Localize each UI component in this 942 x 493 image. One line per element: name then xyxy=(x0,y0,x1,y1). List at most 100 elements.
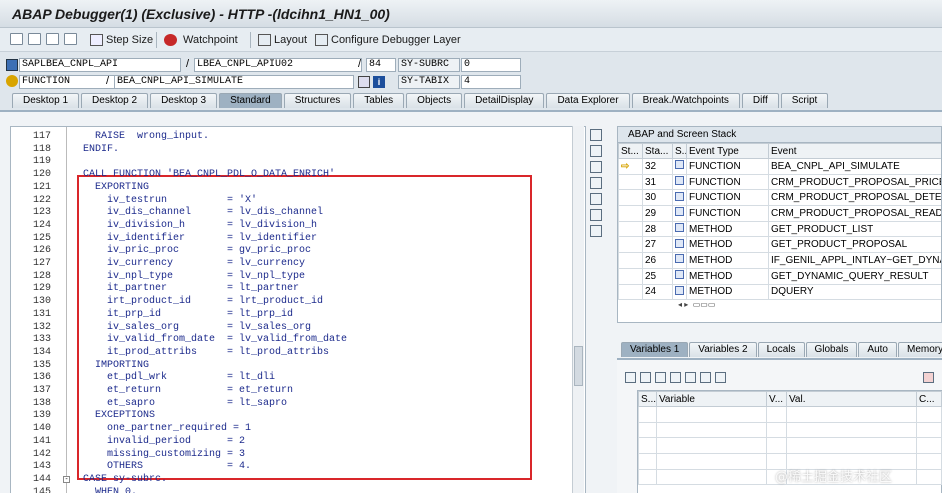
line-number[interactable]: 137 xyxy=(11,385,51,398)
stack-row[interactable]: 31 FUNCTIONCRM_PRODUCT_PROPOSAL_PRICEDET xyxy=(618,173,941,191)
line-number[interactable]: 125 xyxy=(11,233,51,246)
tab-memory[interactable]: Memory xyxy=(897,342,942,357)
tab-auto[interactable]: Auto xyxy=(858,342,897,357)
stack-row[interactable]: 25 METHOD GET_DYNAMIC_QUERY_RESULT xyxy=(618,267,941,285)
tab-desktop-1[interactable]: Desktop 1 xyxy=(12,93,80,108)
stack-row[interactable]: 24 METHOD DQUERY xyxy=(618,283,941,301)
line-number[interactable]: 139 xyxy=(11,410,51,423)
continue-icon[interactable] xyxy=(64,33,77,45)
step-size-button[interactable]: Step Size xyxy=(90,32,153,48)
line-number[interactable]: 143 xyxy=(11,461,51,474)
variable-header-cell[interactable]: S... xyxy=(638,391,657,407)
tab-data-explorer[interactable]: Data Explorer xyxy=(546,93,630,108)
stack-row[interactable]: 28 METHOD GET_PRODUCT_LIST xyxy=(618,220,941,238)
scrollbar-thumb[interactable] xyxy=(574,346,583,386)
line-number[interactable]: 138 xyxy=(11,398,51,411)
sy-tabix-value[interactable]: 4 xyxy=(461,75,521,89)
line-field[interactable]: 84 xyxy=(366,58,396,72)
watchpoint-button[interactable]: Watchpoint xyxy=(164,32,238,48)
line-number[interactable]: 141 xyxy=(11,436,51,449)
tab-structures[interactable]: Structures xyxy=(283,93,352,108)
swap-icon[interactable] xyxy=(590,193,602,205)
line-number[interactable]: 140 xyxy=(11,423,51,436)
tab-script[interactable]: Script xyxy=(780,93,829,108)
stack-header-cell[interactable]: St... xyxy=(618,143,643,159)
line-number[interactable]: 126 xyxy=(11,245,51,258)
line-number[interactable]: 123 xyxy=(11,207,51,220)
new-tool-icon[interactable] xyxy=(590,145,602,157)
program-field[interactable]: SAPLBEA_CNPL_API xyxy=(19,58,181,72)
tab-desktop-3[interactable]: Desktop 3 xyxy=(150,93,218,108)
variable-header-cell[interactable]: Variable xyxy=(656,391,767,407)
line-number[interactable]: 130 xyxy=(11,296,51,309)
stack-row[interactable]: ⇨ 32 FUNCTION BEA_CNPL_API_SIMULATE xyxy=(618,158,941,175)
export-icon[interactable] xyxy=(655,372,666,383)
line-number[interactable]: 133 xyxy=(11,334,51,347)
line-number[interactable]: 124 xyxy=(11,220,51,233)
variable-header-cell[interactable]: C... xyxy=(916,391,942,407)
settings-icon[interactable] xyxy=(590,225,602,237)
stack-header-cell[interactable]: Sta... xyxy=(642,143,673,159)
stack-hscroll[interactable]: ◂ ▸ ▭▭▭ xyxy=(618,300,941,310)
tab-break-watchpoints[interactable]: Break./Watchpoints xyxy=(631,93,740,108)
variable-header-cell[interactable]: Val. xyxy=(786,391,917,407)
tree-icon[interactable] xyxy=(700,372,711,383)
tab-variables-1[interactable]: Variables 1 xyxy=(621,342,689,357)
editor-scrollbar[interactable] xyxy=(572,126,584,493)
line-number[interactable]: 120 xyxy=(11,169,51,182)
info-icon[interactable]: i xyxy=(373,76,385,88)
source-code-editor[interactable]: 117 RAISE wrong_input. 118 ENDIF. 119 120 CAL… xyxy=(10,126,586,493)
stack-row[interactable]: 29 FUNCTION CRM_PRODUCT_PROPOSAL_READ xyxy=(618,205,941,222)
find-icon[interactable] xyxy=(715,372,726,383)
import-icon[interactable] xyxy=(670,372,681,383)
tab-variables-2[interactable]: Variables 2 xyxy=(689,342,757,357)
tab-standard[interactable]: Standard xyxy=(219,93,282,108)
event-field[interactable]: BEA_CNPL_API_SIMULATE xyxy=(114,75,354,89)
display-icon[interactable] xyxy=(358,76,370,88)
line-number[interactable]: 142 xyxy=(11,449,51,462)
line-number[interactable]: 134 xyxy=(11,347,51,360)
layout-button[interactable]: Layout xyxy=(258,32,307,48)
line-number[interactable]: 131 xyxy=(11,309,51,322)
stack-header-cell[interactable]: Event Type xyxy=(686,143,769,159)
variable-header-cell[interactable]: V... xyxy=(766,391,787,407)
include-field[interactable]: LBEA_CNPL_APIU02 xyxy=(194,58,362,72)
stack-header-cell[interactable]: Event xyxy=(768,143,941,159)
maximize-icon[interactable] xyxy=(590,177,602,189)
stack-row[interactable]: 30 FUNCTIONCRM_PRODUCT_PROPOSAL_DETERMINE xyxy=(618,189,941,207)
tab-tables[interactable]: Tables xyxy=(353,93,405,108)
save-icon[interactable] xyxy=(923,372,934,383)
configure-layer-button[interactable]: Configure Debugger Layer xyxy=(315,32,461,48)
tab-desktop-2[interactable]: Desktop 2 xyxy=(81,93,149,108)
line-number[interactable]: 129 xyxy=(11,283,51,296)
sy-subrc-value[interactable]: 0 xyxy=(461,58,521,72)
hierarchy-icon[interactable] xyxy=(685,372,696,383)
line-number[interactable]: 121 xyxy=(11,182,51,195)
line-number[interactable]: 118 xyxy=(11,144,51,157)
line-number[interactable]: 136 xyxy=(11,372,51,385)
tab-locals[interactable]: Locals xyxy=(757,342,805,357)
line-number[interactable]: 135 xyxy=(11,360,51,373)
step-into-icon[interactable] xyxy=(10,33,23,45)
stack-row[interactable]: 26 METHODIF_GENIL_APPL_INTLAY~GET_DYNAMIC… xyxy=(618,252,941,269)
close-icon[interactable] xyxy=(590,129,602,141)
line-number[interactable]: 119 xyxy=(11,156,51,169)
tab-globals[interactable]: Globals xyxy=(805,342,858,357)
line-number[interactable]: 117 xyxy=(11,131,51,144)
tab-detaildisplay[interactable]: DetailDisplay xyxy=(464,93,545,108)
line-number[interactable]: 127 xyxy=(11,258,51,271)
line-number[interactable]: 145 xyxy=(11,487,51,493)
fold-toggle-icon[interactable]: - xyxy=(63,475,70,483)
line-number[interactable]: 122 xyxy=(11,195,51,208)
tab-diff[interactable]: Diff xyxy=(741,93,779,108)
step-return-icon[interactable] xyxy=(46,33,59,45)
step-over-icon[interactable] xyxy=(28,33,41,45)
line-number[interactable]: 144 xyxy=(11,474,51,487)
table-icon[interactable] xyxy=(640,372,651,383)
line-number[interactable]: 128 xyxy=(11,271,51,284)
line-number[interactable]: 132 xyxy=(11,322,51,335)
delete-icon[interactable] xyxy=(625,372,636,383)
tab-objects[interactable]: Objects xyxy=(406,93,463,108)
stack-row[interactable]: 27 METHOD GET_PRODUCT_PROPOSAL xyxy=(618,236,941,254)
services-icon[interactable] xyxy=(590,209,602,221)
